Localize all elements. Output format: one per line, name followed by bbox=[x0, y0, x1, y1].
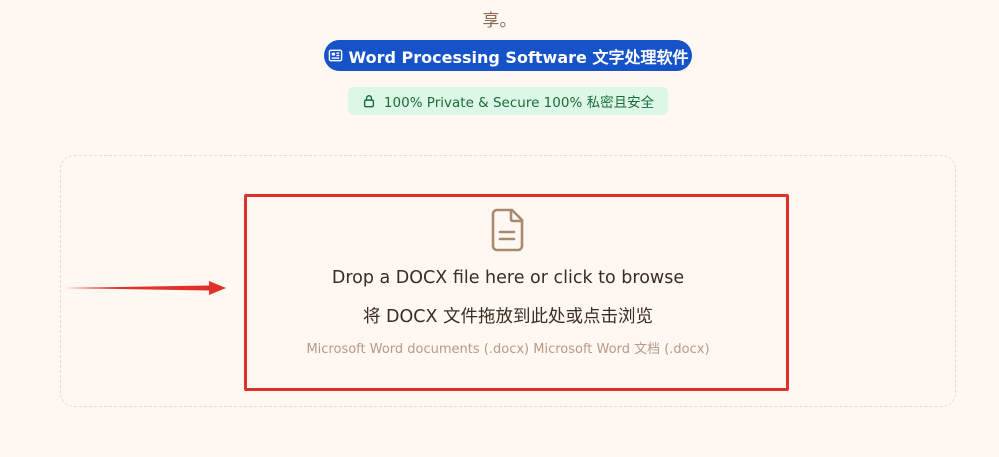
category-badge: Word Processing Software 文字处理软件 bbox=[324, 40, 692, 71]
drop-zone-title-cn: 将 DOCX 文件拖放到此处或点击浏览 bbox=[362, 307, 654, 327]
category-badge-label: Word Processing Software 文字处理软件 bbox=[348, 47, 689, 67]
intro-text-tail: 享。 bbox=[482, 11, 517, 31]
arrow-right-icon bbox=[64, 281, 226, 295]
file-text-icon bbox=[491, 208, 524, 252]
newspaper-icon bbox=[328, 49, 342, 62]
privacy-badge: 100% Private & Secure 100% 私密且安全 bbox=[348, 87, 668, 115]
lock-icon bbox=[363, 95, 374, 108]
drop-zone-hint: Microsoft Word documents (.docx) Microso… bbox=[306, 342, 710, 357]
privacy-badge-label: 100% Private & Secure 100% 私密且安全 bbox=[383, 95, 655, 111]
